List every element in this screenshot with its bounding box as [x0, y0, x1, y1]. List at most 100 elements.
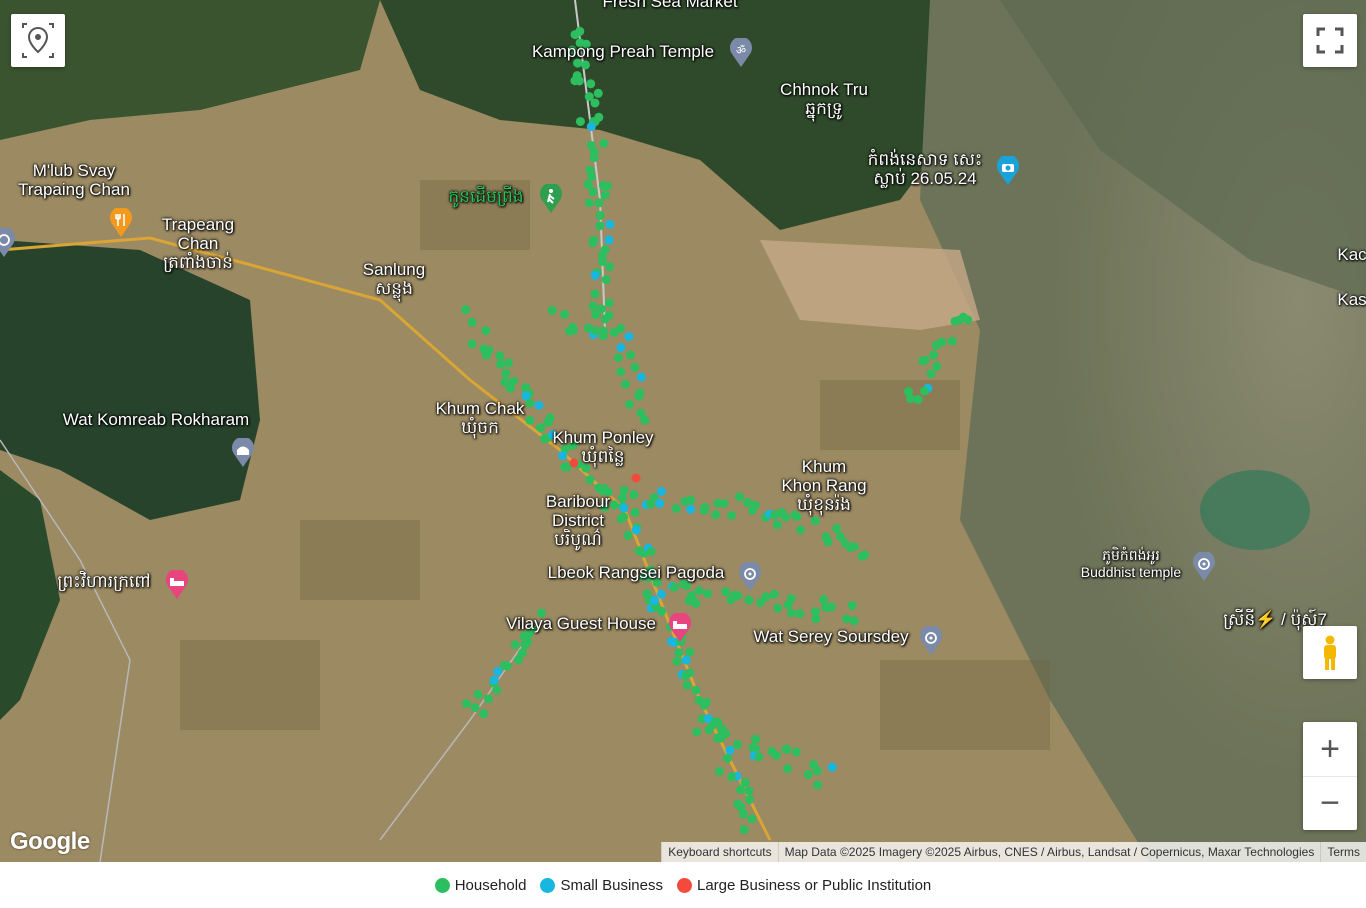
marker-dot — [845, 542, 855, 552]
marker-dot — [600, 190, 610, 200]
fullscreen-button[interactable] — [1303, 14, 1357, 67]
label-text-km: ឆ្នុកទ្រូ — [805, 99, 843, 118]
marker-dot — [609, 327, 619, 337]
label-chhnok-tru[interactable]: Chhnok Tru ឆ្នុកទ្រូ — [780, 80, 868, 118]
marker-dot — [929, 350, 939, 360]
map-data-text: Map Data ©2025 Imagery ©2025 Airbus, CNE… — [777, 842, 1321, 862]
marker-dot — [520, 640, 530, 650]
marker-dot — [595, 210, 605, 220]
marker-dot — [580, 60, 590, 70]
marker-dot — [926, 369, 936, 379]
marker-dot — [570, 30, 580, 40]
label-fresh-sea-market[interactable]: Fresh Sea Market — [602, 0, 737, 11]
marker-dot — [593, 88, 603, 98]
bed-icon[interactable] — [164, 570, 190, 600]
label-kac[interactable]: Kac — [1337, 245, 1366, 264]
marker-dot — [629, 490, 639, 500]
label-kas[interactable]: Kas — [1337, 290, 1366, 309]
label-sanlung[interactable]: Sanlung សន្លុង — [363, 260, 425, 298]
marker-dot — [501, 368, 511, 378]
marker-dot — [598, 181, 608, 191]
marker-dot — [470, 703, 480, 713]
label-text: Chhnok Tru — [780, 80, 868, 99]
marker-dot — [738, 809, 748, 819]
label-text-km: បរិបូណ៌ — [554, 530, 602, 549]
marker-dot — [847, 601, 857, 611]
marker-dot — [699, 505, 709, 515]
marker-dot — [691, 598, 701, 608]
hiking-icon[interactable] — [538, 184, 564, 214]
marker-dot — [751, 734, 761, 744]
marker-dot — [584, 198, 594, 208]
label-khum-chak[interactable]: Khum Chak ឃុំចក — [436, 399, 525, 437]
label-wat-serey-soursdey[interactable]: Wat Serey Soursdey — [753, 627, 908, 646]
marker-dot — [813, 780, 823, 790]
label-baribour-district[interactable]: Baribour District បរិបូណ៌ — [546, 492, 610, 549]
marker-dot — [769, 589, 779, 599]
marker-dot — [756, 598, 766, 608]
marker-dot — [586, 122, 596, 132]
marker-dot — [599, 138, 609, 148]
marker-dot — [773, 603, 783, 613]
zoom-in-button[interactable]: + — [1303, 722, 1357, 777]
bed-icon[interactable] — [667, 613, 693, 643]
marker-dot — [640, 415, 650, 425]
pegman-button[interactable] — [1303, 626, 1357, 679]
label-fishing-port[interactable]: កំពង់នេសាទ សេះ ស្លាប់ 26.05.24 — [868, 150, 983, 188]
label-trapeang-chan[interactable]: Trapeang Chan ត្រពាំងចាន់ — [162, 215, 234, 272]
label-buddhist-temple[interactable]: ភូមិកំពង់អូរ Buddhist temple — [1081, 547, 1181, 581]
marker-dot — [503, 358, 513, 368]
label-text-2: Khon Rang — [781, 476, 867, 495]
marker-dot — [619, 503, 629, 513]
marker-dot — [618, 493, 628, 503]
marker-dot — [772, 520, 782, 530]
my-location-button[interactable] — [11, 14, 65, 67]
marker-dot — [521, 383, 531, 393]
label-kampong-preah-temple[interactable]: Kampong Preah Temple — [532, 42, 714, 61]
terms-link[interactable]: Terms — [1320, 842, 1366, 862]
marker-dot — [597, 256, 607, 266]
satellite-map[interactable]: Fresh Sea Market Kampong Preah Temple Ch… — [0, 0, 1366, 862]
label-kon-daem-pring[interactable]: កូនដើមព្រីង — [448, 187, 523, 206]
marker-dot — [590, 270, 600, 280]
keyboard-shortcuts-link[interactable]: Keyboard shortcuts — [661, 842, 778, 862]
marker-dot — [958, 312, 968, 322]
label-text-km: ឃុំខុនរ៉ង — [797, 495, 851, 514]
fullscreen-icon — [1316, 27, 1344, 54]
marker-dot — [588, 238, 598, 248]
label-vilaya-guest-house[interactable]: Vilaya Guest House — [506, 614, 656, 633]
dharma-wheel-icon[interactable] — [1191, 552, 1217, 582]
zoom-out-button[interactable]: − — [1303, 777, 1357, 830]
camera-icon[interactable] — [995, 156, 1021, 186]
label-khum-ponley[interactable]: Khum Ponley ឃុំពន្លៃ — [552, 428, 653, 466]
marker-dot — [682, 581, 692, 591]
marker-dot — [650, 596, 660, 606]
marker-dot — [623, 530, 633, 540]
dharma-wheel-icon[interactable] — [737, 562, 763, 592]
google-logo[interactable]: Google — [10, 828, 90, 856]
marker-dot — [467, 317, 477, 327]
label-mlub-svay[interactable]: M'lub Svay Trapaing Chan — [18, 161, 130, 199]
marker-dot — [591, 310, 601, 320]
om-icon[interactable]: ॐ — [728, 38, 754, 68]
legend-label: Large Business or Public Institution — [696, 876, 932, 894]
marker-dot — [699, 700, 709, 710]
label-lbeok-pagoda[interactable]: Lbeok Rangsei Pagoda — [548, 563, 725, 582]
dharma-wheel-icon[interactable] — [0, 228, 17, 258]
marker-dot — [586, 172, 596, 182]
fork-knife-icon[interactable] — [108, 208, 134, 238]
marker-dot — [500, 377, 510, 387]
marker-dot — [681, 655, 691, 665]
label-khum-khon-rang[interactable]: Khum Khon Rang ឃុំខុនរ៉ង — [781, 457, 866, 514]
label-text: M'lub Svay — [32, 161, 116, 180]
label-wat-komreab[interactable]: Wat Komreab Rokharam — [63, 410, 249, 429]
marker-dot — [619, 485, 629, 495]
marker-dot — [616, 514, 626, 524]
dharma-wheel-icon[interactable] — [918, 626, 944, 656]
marker-dot — [795, 609, 805, 619]
marker-dot — [584, 323, 594, 333]
marker-dot — [722, 753, 732, 763]
label-preah-vihear-krabao[interactable]: ព្រះវិហារក្រពៅ — [57, 572, 150, 591]
marker-dot — [672, 656, 682, 666]
mosque-icon[interactable] — [230, 438, 256, 468]
